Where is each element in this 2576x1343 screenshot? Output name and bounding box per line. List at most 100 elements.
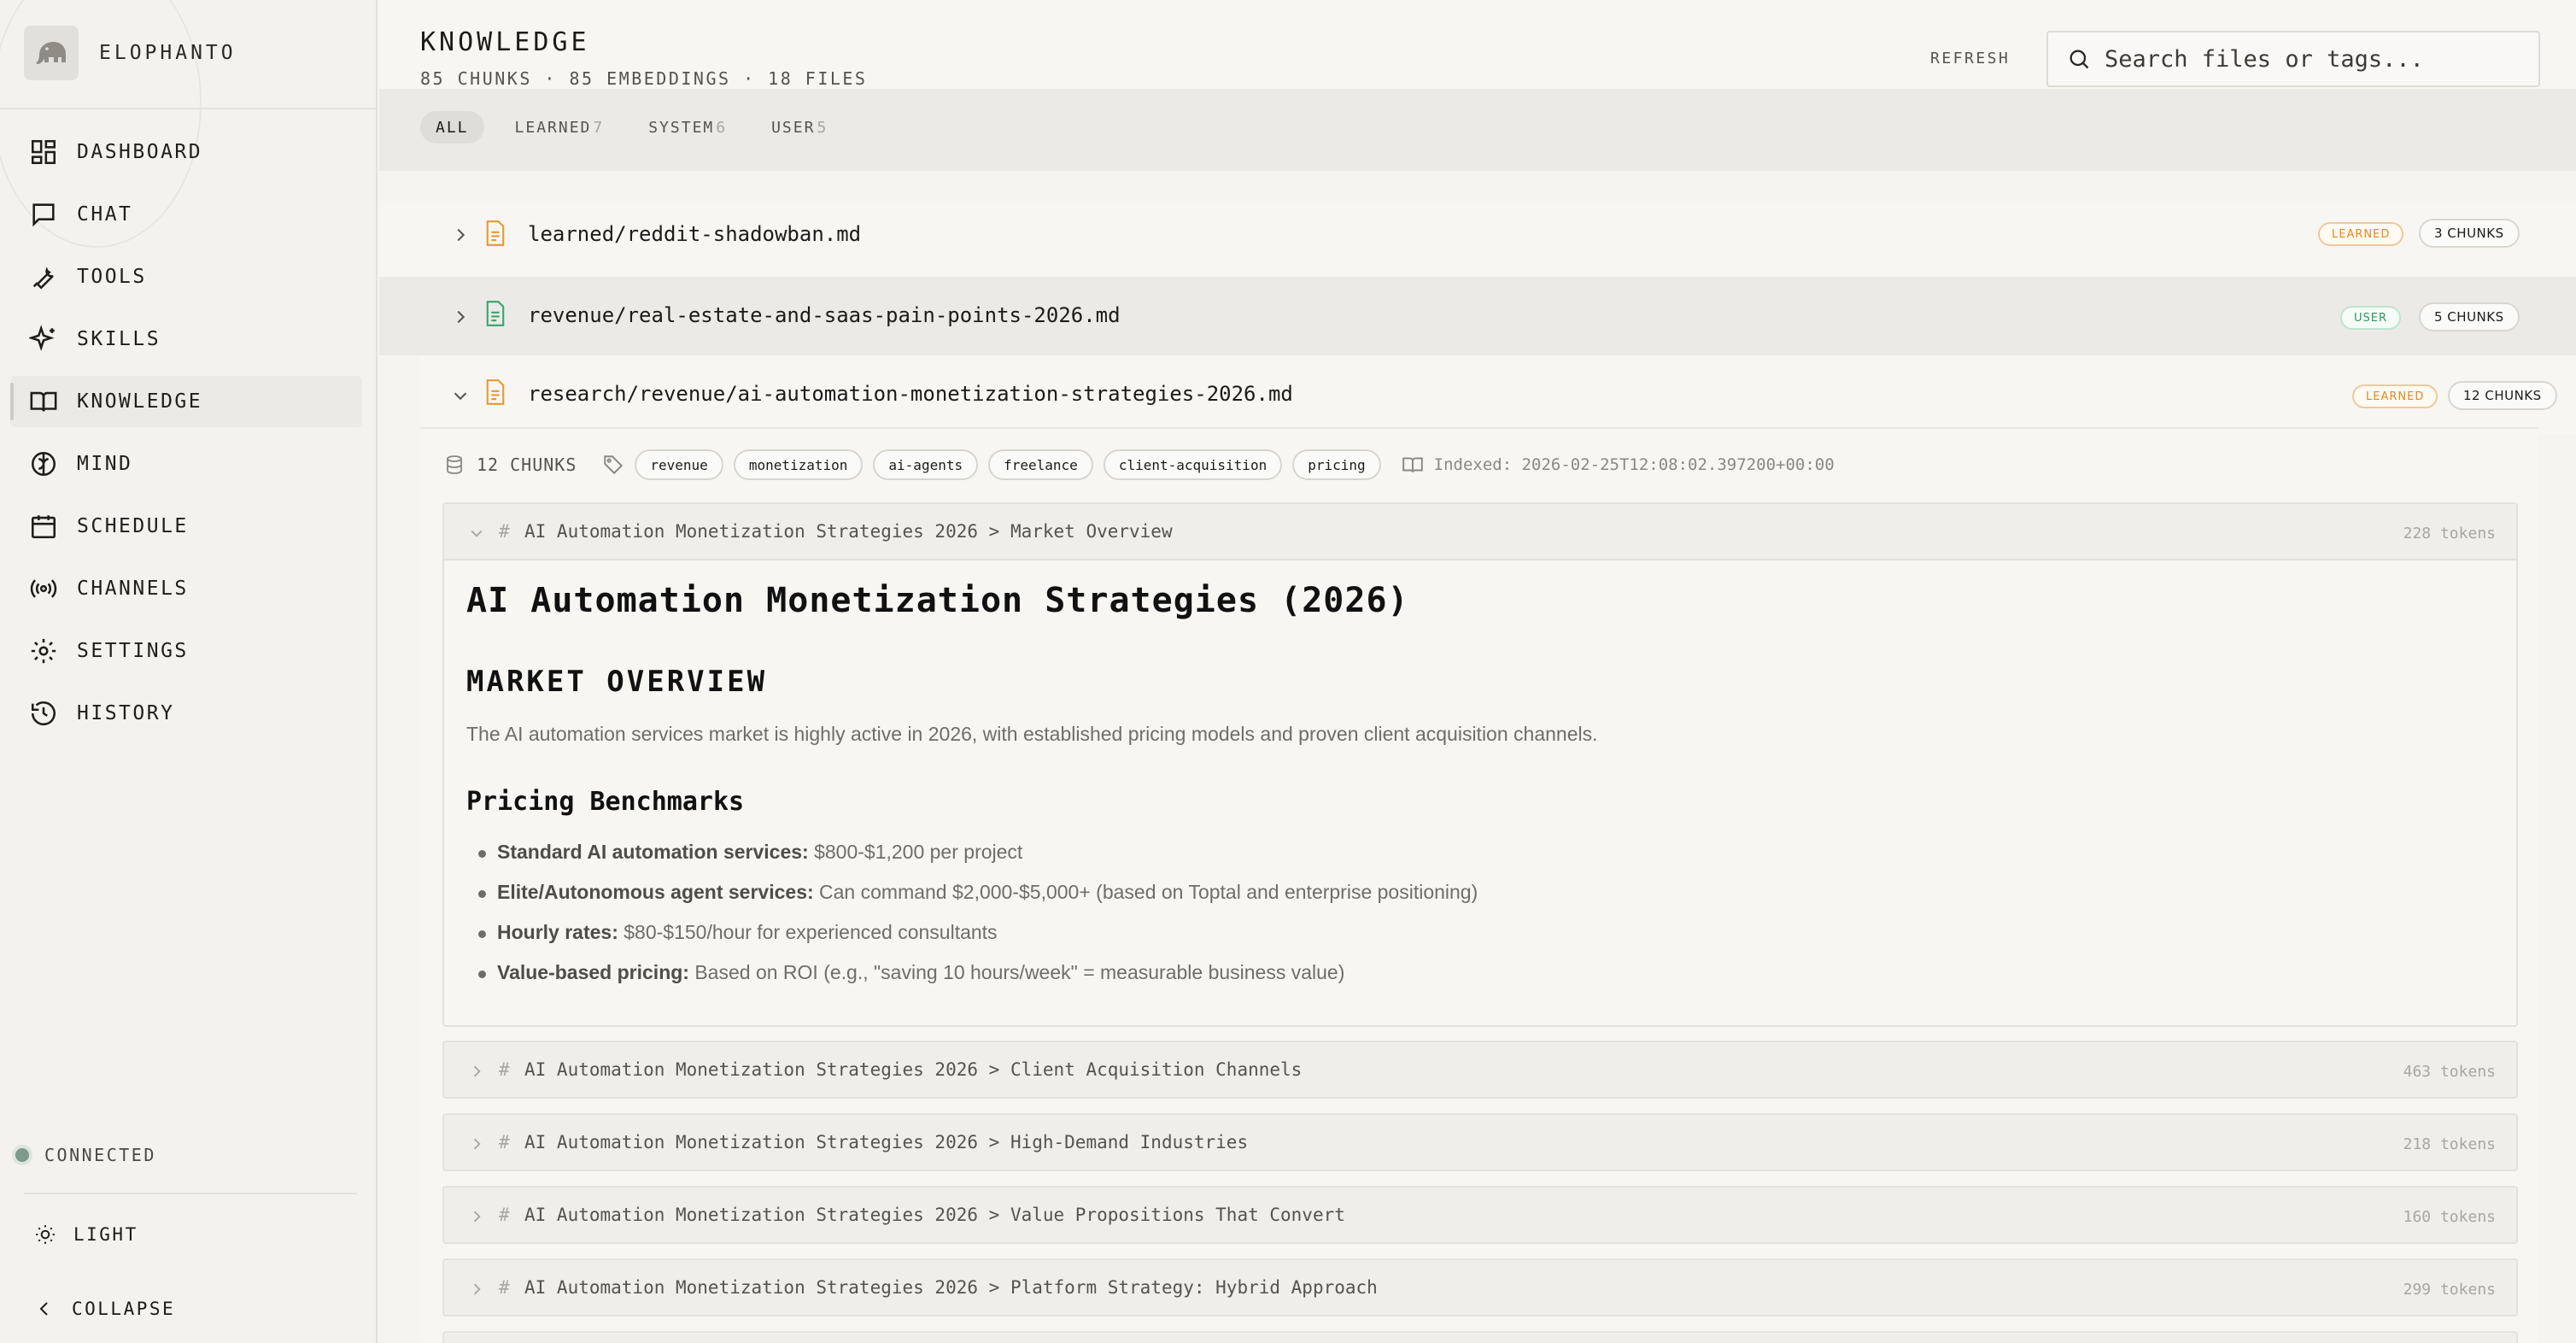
page-stats: 85 CHUNKS · 85 EMBEDDINGS · 18 FILES — [420, 68, 868, 89]
chunk-card[interactable]: # AI Automation Monetization Strategies … — [442, 1258, 2518, 1317]
sidebar-item-tools[interactable]: TOOLS — [10, 251, 362, 302]
sidebar-item-label: HISTORY — [77, 702, 175, 724]
tab-learned[interactable]: LEARNED 7 — [500, 111, 618, 144]
elephant-logo-icon — [24, 26, 79, 80]
content-heading-3: Pricing Benchmarks — [466, 787, 745, 817]
chunk-card-partial[interactable] — [442, 1331, 2518, 1343]
list-item-bold: Hourly rates: — [497, 921, 618, 943]
list-item-text: $800-$1,200 per project — [808, 841, 1023, 863]
content-bullet-list: Standard AI automation services: $800-$1… — [466, 841, 2499, 1001]
filter-tabs: ALL LEARNED 7 SYSTEM 6 USER 5 — [420, 111, 857, 144]
tag-icon — [604, 455, 624, 475]
source-badge: LEARNED — [2318, 222, 2404, 246]
chunks-count-badge: 12 CHUNKS — [2448, 381, 2557, 410]
tab-system[interactable]: SYSTEM 6 — [633, 111, 741, 144]
sidebar-item-channels[interactable]: CHANNELS — [10, 563, 362, 614]
chevron-right-icon — [473, 1065, 481, 1077]
sidebar-item-label: CHAT — [77, 203, 133, 226]
sidebar-item-label: CHANNELS — [77, 578, 189, 600]
file-icon — [486, 301, 505, 326]
collapse-sidebar-button[interactable]: COLLAPSE — [34, 1299, 175, 1319]
tab-user[interactable]: USER 5 — [756, 111, 841, 144]
list-item-bold: Elite/Autonomous agent services: — [497, 881, 814, 903]
tab-label: LEARNED — [514, 118, 592, 137]
source-badge: USER — [2340, 306, 2402, 330]
file-row[interactable]: revenue/real-estate-and-saas-pain-points… — [379, 277, 2576, 355]
chevron-left-icon — [39, 1302, 48, 1316]
sidebar-item-label: MIND — [77, 453, 133, 475]
tag-chip[interactable]: pricing — [1292, 449, 1381, 480]
history-icon — [31, 701, 56, 726]
chunk-title: AI Automation Monetization Strategies 20… — [524, 1205, 1345, 1225]
sparkles-icon — [29, 325, 55, 351]
app-name: ELOPHANTO — [99, 42, 237, 64]
connection-status-label: CONNECTED — [44, 1145, 156, 1165]
tag-chip[interactable]: client-acquisition — [1103, 449, 1283, 480]
heading-hash: # — [499, 1205, 510, 1225]
file-row-expanded[interactable]: research/revenue/ai-automation-monetizat… — [420, 355, 2576, 434]
chunk-title: AI Automation Monetization Strategies 20… — [524, 1132, 1249, 1152]
search-box[interactable] — [2046, 31, 2540, 87]
theme-toggle-button[interactable]: LIGHT — [34, 1223, 138, 1246]
chunk-card[interactable]: # AI Automation Monetization Strategies … — [442, 1041, 2518, 1099]
chunk-card-expanded: # AI Automation Monetization Strategies … — [442, 502, 2518, 1027]
tag-chip[interactable]: revenue — [635, 449, 723, 480]
file-name: research/revenue/ai-automation-monetizat… — [528, 382, 1293, 406]
sidebar-item-schedule[interactable]: SCHEDULE — [10, 501, 362, 552]
chevron-down-icon — [454, 392, 467, 401]
sidebar-item-dashboard[interactable]: DASHBOARD — [10, 126, 362, 178]
sidebar-item-skills[interactable]: SKILLS — [10, 314, 362, 365]
chunk-card[interactable]: # AI Automation Monetization Strategies … — [442, 1113, 2518, 1171]
chevron-down-icon — [471, 530, 483, 537]
chunk-token-count: 228 tokens — [2403, 525, 2496, 542]
chunk-header[interactable]: # AI Automation Monetization Strategies … — [444, 504, 2516, 560]
heading-hash: # — [499, 1059, 510, 1080]
dashboard-icon — [31, 139, 56, 165]
chunk-title: AI Automation Monetization Strategies 20… — [524, 1277, 1378, 1298]
chat-icon — [32, 203, 55, 227]
chevron-right-icon — [457, 228, 465, 242]
file-icon — [486, 379, 505, 405]
tab-label: USER — [771, 118, 816, 137]
content-heading-2: MARKET OVERVIEW — [466, 665, 768, 699]
sun-icon — [36, 1225, 55, 1244]
page-header: KNOWLEDGE 85 CHUNKS · 85 EMBEDDINGS · 18… — [379, 0, 2576, 89]
collapse-label: COLLAPSE — [72, 1299, 176, 1319]
sidebar-item-knowledge[interactable]: KNOWLEDGE — [10, 376, 362, 427]
chunk-card[interactable]: # AI Automation Monetization Strategies … — [442, 1186, 2518, 1244]
tab-label: ALL — [436, 118, 469, 137]
broadcast-icon — [30, 579, 57, 598]
search-input[interactable] — [2105, 45, 2515, 73]
heading-hash: # — [499, 1277, 510, 1298]
sidebar-item-settings[interactable]: SETTINGS — [10, 625, 362, 677]
brand[interactable]: ELOPHANTO — [24, 24, 237, 82]
tag-chip[interactable]: ai-agents — [873, 449, 979, 480]
sidebar-item-mind[interactable]: MIND — [10, 438, 362, 490]
database-icon — [447, 455, 462, 474]
chunk-count-label: 12 CHUNKS — [477, 455, 577, 475]
book-open-icon — [1402, 457, 1423, 472]
list-item-text: $80-$150/hour for experienced consultant… — [618, 921, 998, 943]
file-row[interactable]: learned/reddit-shadowban.md LEARNED 3 CH… — [379, 202, 2576, 279]
tag-chip[interactable]: monetization — [733, 449, 864, 480]
indexed-timestamp: Indexed: 2026-02-25T12:08:02.397200+00:0… — [1433, 455, 1835, 474]
heading-hash: # — [499, 1132, 510, 1152]
file-name: learned/reddit-shadowban.md — [528, 222, 862, 246]
sidebar-item-history[interactable]: HISTORY — [10, 688, 362, 739]
divider — [24, 1193, 357, 1194]
divider — [0, 108, 376, 109]
wrench-icon — [32, 267, 54, 290]
sidebar-item-chat[interactable]: CHAT — [10, 189, 362, 240]
tab-count: 7 — [593, 118, 603, 137]
tab-all[interactable]: ALL — [420, 111, 484, 144]
file-icon — [486, 220, 505, 246]
sidebar-item-label: SCHEDULE — [77, 515, 189, 537]
refresh-button[interactable]: REFRESH — [1930, 50, 2010, 67]
chunk-title: AI Automation Monetization Strategies 20… — [524, 521, 1173, 542]
sidebar-item-label: SETTINGS — [77, 640, 189, 662]
chunk-content: AI Automation Monetization Strategies (2… — [466, 581, 2499, 1001]
tag-chip[interactable]: freelance — [988, 449, 1093, 480]
sidebar-item-label: SKILLS — [77, 328, 161, 350]
list-item: Elite/Autonomous agent services: Can com… — [466, 881, 2499, 921]
chunks-count-badge: 3 CHUNKS — [2419, 219, 2520, 248]
